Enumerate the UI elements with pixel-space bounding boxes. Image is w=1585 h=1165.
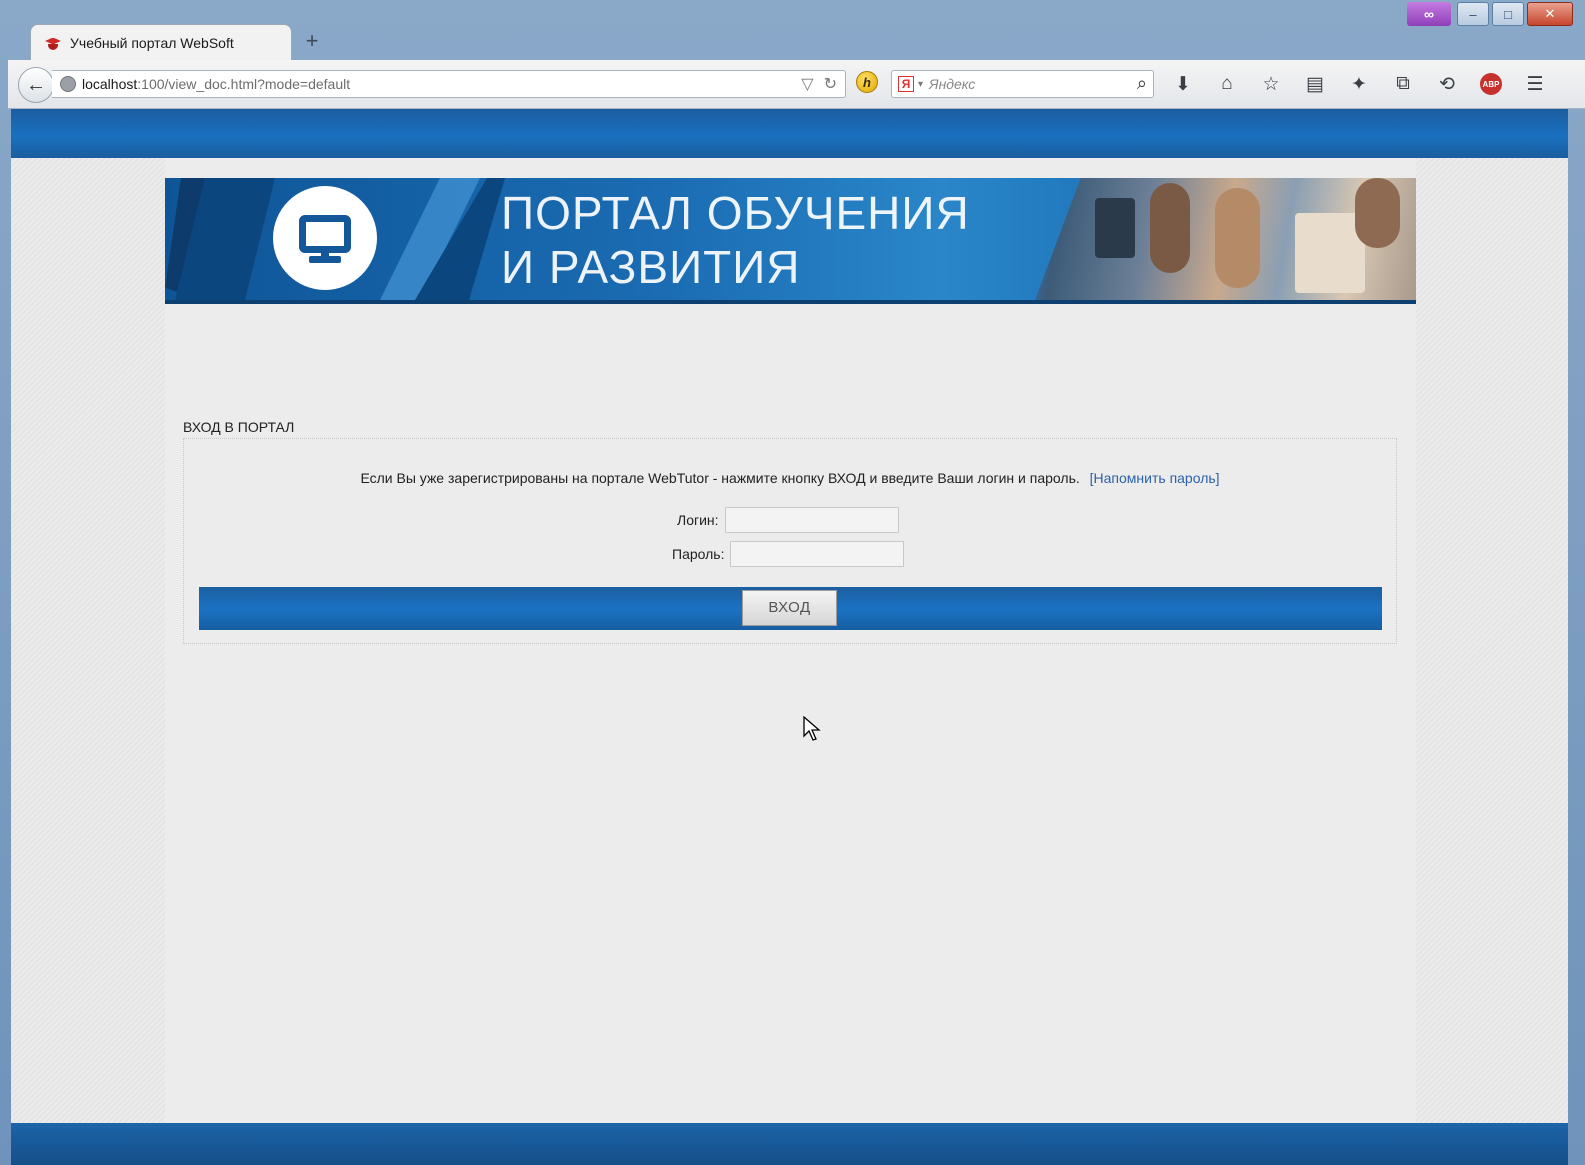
login-label: Логин: bbox=[677, 512, 719, 528]
url-host: localhost bbox=[82, 76, 138, 92]
arrow-left-icon: ← bbox=[26, 73, 46, 96]
reading-list-icon[interactable]: ▤ bbox=[1300, 70, 1330, 98]
password-row: Пароль: bbox=[672, 541, 905, 567]
search-icon[interactable]: ⌕ bbox=[1137, 73, 1147, 94]
search-engine-dropdown-icon[interactable]: ▾ bbox=[918, 79, 923, 90]
private-browsing-icon[interactable]: ∞ bbox=[1407, 2, 1451, 26]
home-icon[interactable]: ⌂ bbox=[1212, 70, 1242, 98]
tab-title: Учебный портал WebSoft bbox=[70, 34, 234, 51]
screenshot-icon[interactable]: ⧉ bbox=[1388, 70, 1418, 98]
login-message: Если Вы уже зарегистрированы на портале … bbox=[360, 470, 1080, 486]
page-content: ПОРТАЛ ОБУЧЕНИЯ И РАЗВИТИЯ ВХОД В ПОРТАЛ… bbox=[165, 158, 1416, 1123]
navigation-toolbar: ← localhost:100/view_doc.html?mode=defau… bbox=[8, 60, 1585, 109]
close-button[interactable]: ✕ bbox=[1527, 2, 1573, 26]
new-tab-button[interactable]: + bbox=[300, 28, 324, 54]
download-icon[interactable]: ⬇ bbox=[1168, 70, 1198, 98]
toolbar-icons: ⬇ ⌂ ☆ ▤ ✦ ⧉ ⟲ ABP ☰ bbox=[1168, 70, 1550, 98]
search-placeholder: Яндекс bbox=[929, 76, 976, 92]
remind-password-link[interactable]: [Напомнить пароль] bbox=[1090, 470, 1220, 486]
window-controls: – □ ✕ bbox=[1457, 2, 1573, 26]
login-input[interactable] bbox=[724, 507, 899, 533]
graduation-cap-icon bbox=[45, 36, 61, 50]
addon-h-icon[interactable]: h bbox=[856, 71, 878, 93]
login-form: Если Вы уже зарегистрированы на портале … bbox=[183, 438, 1397, 644]
login-instructions: Если Вы уже зарегистрированы на портале … bbox=[184, 470, 1396, 486]
submit-band: ВХОД bbox=[199, 587, 1382, 630]
abp-badge: ABP bbox=[1480, 73, 1502, 95]
portal-banner: ПОРТАЛ ОБУЧЕНИЯ И РАЗВИТИЯ bbox=[165, 178, 1416, 304]
login-submit-button[interactable]: ВХОД bbox=[742, 590, 837, 626]
password-label: Пароль: bbox=[672, 546, 725, 562]
portal-logo-monitor-icon bbox=[273, 186, 377, 290]
reload-icon[interactable]: ↻ bbox=[824, 74, 837, 94]
banner-title-line2: И РАЗВИТИЯ bbox=[501, 241, 801, 293]
banner-title-line1: ПОРТАЛ ОБУЧЕНИЯ bbox=[501, 187, 970, 239]
maximize-button[interactable]: □ bbox=[1492, 2, 1524, 26]
banner-title: ПОРТАЛ ОБУЧЕНИЯ И РАЗВИТИЯ bbox=[501, 186, 970, 294]
dropdown-arrow-icon[interactable]: ▽ bbox=[801, 74, 813, 94]
yandex-icon[interactable]: Я bbox=[898, 76, 914, 92]
header-band bbox=[11, 109, 1568, 158]
menu-hamburger-icon[interactable]: ☰ bbox=[1520, 70, 1550, 98]
sync-icon[interactable]: ⟲ bbox=[1432, 70, 1462, 98]
page-viewport: ПОРТАЛ ОБУЧЕНИЯ И РАЗВИТИЯ ВХОД В ПОРТАЛ… bbox=[11, 109, 1568, 1165]
title-bar: ∞ – □ ✕ Учебный портал WebSoft + bbox=[0, 0, 1585, 60]
footer-band bbox=[11, 1123, 1568, 1165]
minimize-button[interactable]: – bbox=[1457, 2, 1489, 26]
browser-tab[interactable]: Учебный портал WebSoft bbox=[30, 24, 292, 60]
address-bar[interactable]: localhost:100/view_doc.html?mode=default… bbox=[52, 70, 846, 98]
browser-window: ∞ – □ ✕ Учебный портал WebSoft + ← local… bbox=[0, 0, 1585, 1165]
banner-photo bbox=[1035, 178, 1416, 300]
mouse-cursor-icon bbox=[803, 716, 821, 741]
extension-icon[interactable]: ✦ bbox=[1344, 70, 1374, 98]
search-bar[interactable]: Я ▾ Яндекс ⌕ bbox=[891, 70, 1154, 98]
adblock-icon[interactable]: ABP bbox=[1476, 70, 1506, 98]
login-section-title: ВХОД В ПОРТАЛ bbox=[183, 419, 295, 435]
login-row: Логин: bbox=[677, 507, 899, 533]
bookmark-star-icon[interactable]: ☆ bbox=[1256, 70, 1286, 98]
password-input[interactable] bbox=[730, 541, 905, 567]
url-tools: ▽ ↻ bbox=[801, 74, 837, 94]
back-button[interactable]: ← bbox=[18, 67, 54, 103]
url-path: :100/view_doc.html?mode=default bbox=[137, 76, 351, 92]
globe-icon bbox=[60, 76, 76, 92]
